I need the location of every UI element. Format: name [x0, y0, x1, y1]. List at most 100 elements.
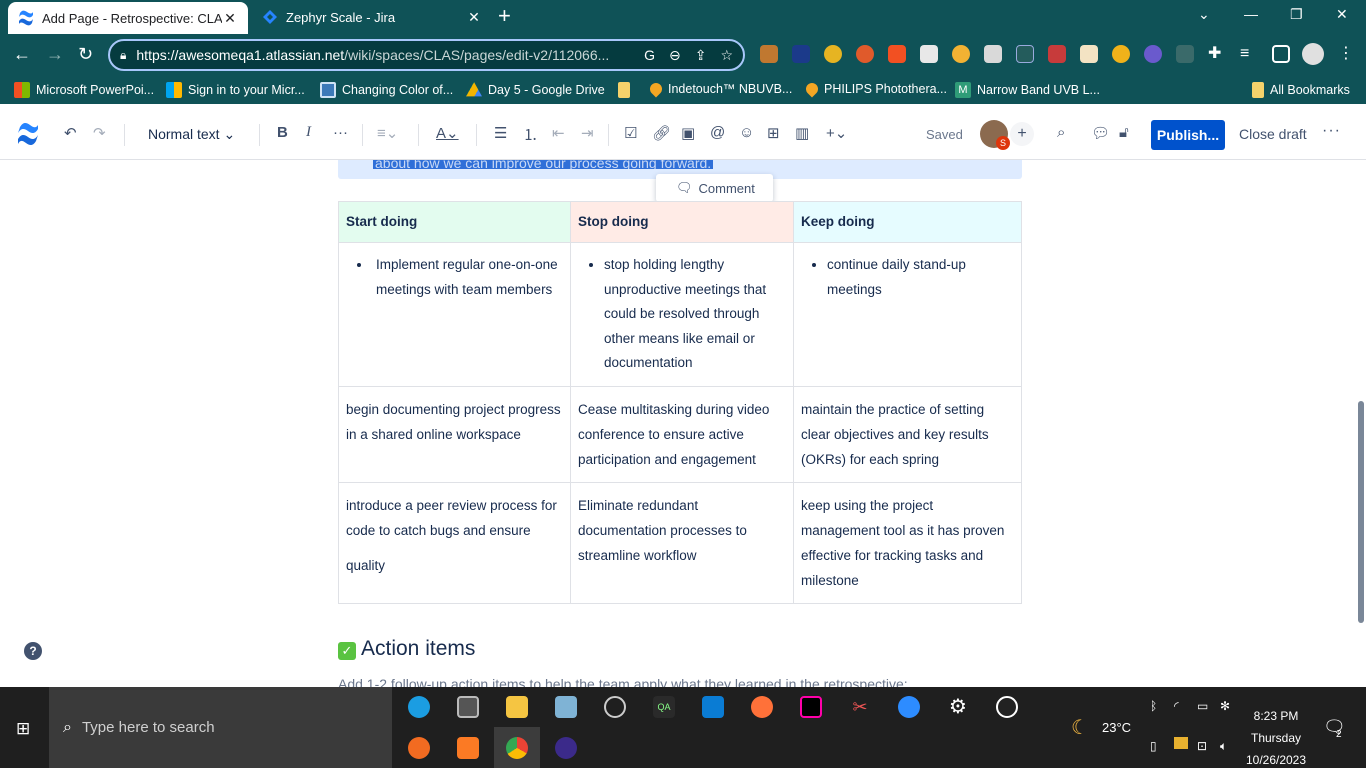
taskbar-search[interactable]: ⌕ Type here to search	[49, 687, 392, 768]
tray-app-icon[interactable]: ▯	[1150, 739, 1157, 753]
extension-icon[interactable]	[952, 45, 970, 63]
comments-icon[interactable]: 💬︎	[1091, 124, 1110, 142]
numbered-list-icon[interactable]: ⒈	[523, 124, 538, 145]
restore-button[interactable]: ❐	[1290, 6, 1303, 23]
settings-gear-icon[interactable]: ⚙	[947, 696, 969, 718]
share-icon[interactable]: ⇪	[695, 47, 707, 64]
google-icon[interactable]: G	[644, 47, 655, 63]
lock-icon[interactable]: 🔒︎	[120, 48, 126, 63]
table-cell[interactable]: keep using the project management tool a…	[793, 481, 1022, 604]
firefox-icon[interactable]	[751, 696, 773, 718]
table-cell[interactable]: Cease multitasking during video conferen…	[570, 385, 794, 483]
bold-icon[interactable]: B	[277, 124, 288, 141]
network-icon[interactable]: ◜	[1174, 699, 1179, 713]
side-panel-icon[interactable]	[1272, 45, 1290, 63]
bullet-list-icon[interactable]: ☰	[494, 124, 507, 142]
italic-icon[interactable]: I	[306, 124, 311, 141]
invite-button[interactable]: +	[1010, 122, 1034, 146]
edge-icon[interactable]	[408, 696, 430, 718]
system-clock[interactable]: 8:23 PM Thursday 10/26/2023	[1244, 705, 1308, 768]
redo-icon[interactable]: ↷	[93, 124, 106, 142]
align-icon[interactable]: ≡⌄	[377, 124, 398, 142]
extension-cookie-icon[interactable]	[760, 45, 778, 63]
comment-button[interactable]: 🗨︎ Comment	[656, 174, 773, 202]
indent-icon[interactable]: ⇥	[581, 124, 594, 142]
all-bookmarks[interactable]: All Bookmarks	[1252, 82, 1350, 98]
tab-add-page[interactable]: Add Page - Retrospective: CLAS ✕	[8, 2, 248, 34]
close-window-button[interactable]: ✕	[1336, 6, 1348, 23]
chrome-menu-icon[interactable]: ⋮	[1338, 45, 1356, 63]
chrome-icon[interactable]	[506, 737, 528, 759]
bookmark-google-drive[interactable]: Day 5 - Google Drive	[466, 82, 605, 98]
emoji-icon[interactable]: ☺	[739, 124, 754, 141]
extension-icon[interactable]	[888, 45, 906, 63]
vscode-icon[interactable]	[702, 696, 724, 718]
extension-icon[interactable]	[792, 45, 810, 63]
snipping-tool-icon[interactable]: ✂	[849, 696, 871, 718]
tray-app-icon[interactable]: ✻	[1220, 699, 1230, 713]
help-icon[interactable]: ?	[24, 642, 42, 660]
volume-icon[interactable]: 🔈︎	[1220, 739, 1227, 754]
bookmark-powerpoint[interactable]: Microsoft PowerPoi...	[14, 82, 154, 98]
notifications-icon[interactable]: 🗨︎	[1323, 717, 1346, 738]
back-button[interactable]: ←	[13, 44, 31, 65]
header-stop-doing[interactable]: Stop doing	[570, 201, 794, 243]
bookmark-indetouch[interactable]: Indetouch™ NBUVB...	[647, 80, 792, 98]
page-scrollbar[interactable]	[1358, 401, 1364, 623]
action-items-description[interactable]: Add 1-2 follow-up action items to help t…	[338, 676, 908, 687]
reading-list-icon[interactable]: ≡	[1240, 45, 1258, 63]
undo-icon[interactable]: ↶	[64, 124, 77, 142]
calculator-icon[interactable]	[457, 696, 479, 718]
table-cell[interactable]: begin documenting project progress in a …	[338, 385, 571, 483]
header-keep-doing[interactable]: Keep doing	[793, 201, 1022, 243]
table-cell[interactable]: Implement regular one-on-one meetings wi…	[338, 242, 571, 387]
action-items-heading[interactable]: Action items	[361, 637, 475, 661]
minimize-button[interactable]: —	[1244, 6, 1258, 22]
extension-icon[interactable]	[1176, 45, 1194, 63]
tray-app-icon[interactable]	[1174, 737, 1188, 749]
outdent-icon[interactable]: ⇤	[552, 124, 565, 142]
weather-temperature[interactable]: 23°C	[1102, 720, 1131, 735]
extension-icon[interactable]	[984, 45, 1002, 63]
tab-zephyr-scale[interactable]: Zephyr Scale - Jira ✕	[252, 0, 492, 34]
tab-search-icon[interactable]: ⌄	[1198, 6, 1210, 23]
confluence-logo-icon[interactable]	[16, 122, 40, 146]
more-actions-icon[interactable]: ···	[1322, 122, 1341, 140]
image-icon[interactable]: ▣	[681, 124, 695, 142]
postman-icon[interactable]	[408, 737, 430, 759]
extension-icon[interactable]	[824, 45, 842, 63]
extension-icon[interactable]	[856, 45, 874, 63]
bookmark-changing-color[interactable]: Changing Color of...	[320, 82, 453, 98]
forward-button[interactable]: →	[46, 44, 64, 65]
bookmark-sign-in[interactable]: Sign in to your Micr...	[166, 82, 305, 98]
app-icon[interactable]	[996, 696, 1018, 718]
tray-app-icon[interactable]: ⊡	[1197, 739, 1207, 753]
extension-eyedropper-icon[interactable]	[920, 45, 938, 63]
text-color-icon[interactable]: A⌄	[436, 124, 459, 142]
bookmark-star-icon[interactable]: ☆	[720, 47, 733, 64]
windows-start-icon[interactable]: ⊞	[16, 719, 30, 739]
retrospective-table[interactable]: Start doing Stop doing Keep doing Implem…	[338, 201, 1022, 604]
insert-more-icon[interactable]: +⌄	[826, 124, 847, 142]
text-style-dropdown[interactable]: Normal text ⌄	[148, 126, 235, 143]
notepad-icon[interactable]	[555, 696, 577, 718]
bookmark-narrow-band[interactable]: M Narrow Band UVB L...	[955, 82, 1100, 98]
table-cell[interactable]: maintain the practice of setting clear o…	[793, 385, 1022, 483]
profile-avatar-icon[interactable]	[1302, 43, 1324, 65]
table-cell[interactable]: continue daily stand-up meetings	[793, 242, 1022, 387]
file-explorer-icon[interactable]	[506, 696, 528, 718]
mention-icon[interactable]: @	[710, 124, 725, 141]
publish-button[interactable]: Publish...	[1151, 120, 1225, 150]
close-tab-icon[interactable]: ✕	[222, 10, 238, 27]
more-formatting-icon[interactable]: ···	[333, 124, 348, 141]
table-cell[interactable]: stop holding lengthy unproductive meetin…	[570, 242, 794, 387]
table-icon[interactable]: ⊞	[767, 124, 780, 142]
extensions-puzzle-icon[interactable]: ✚	[1208, 45, 1226, 63]
obs-icon[interactable]	[604, 696, 626, 718]
layout-icon[interactable]: ▥	[795, 124, 809, 142]
zoom-app-icon[interactable]	[898, 696, 920, 718]
close-tab-icon[interactable]: ✕	[466, 9, 482, 26]
search-icon[interactable]: ⌕	[1057, 124, 1065, 141]
bookmark-philips[interactable]: PHILIPS Photothera...	[803, 80, 947, 98]
selected-text[interactable]: about how we can improve our process goi…	[373, 160, 714, 169]
